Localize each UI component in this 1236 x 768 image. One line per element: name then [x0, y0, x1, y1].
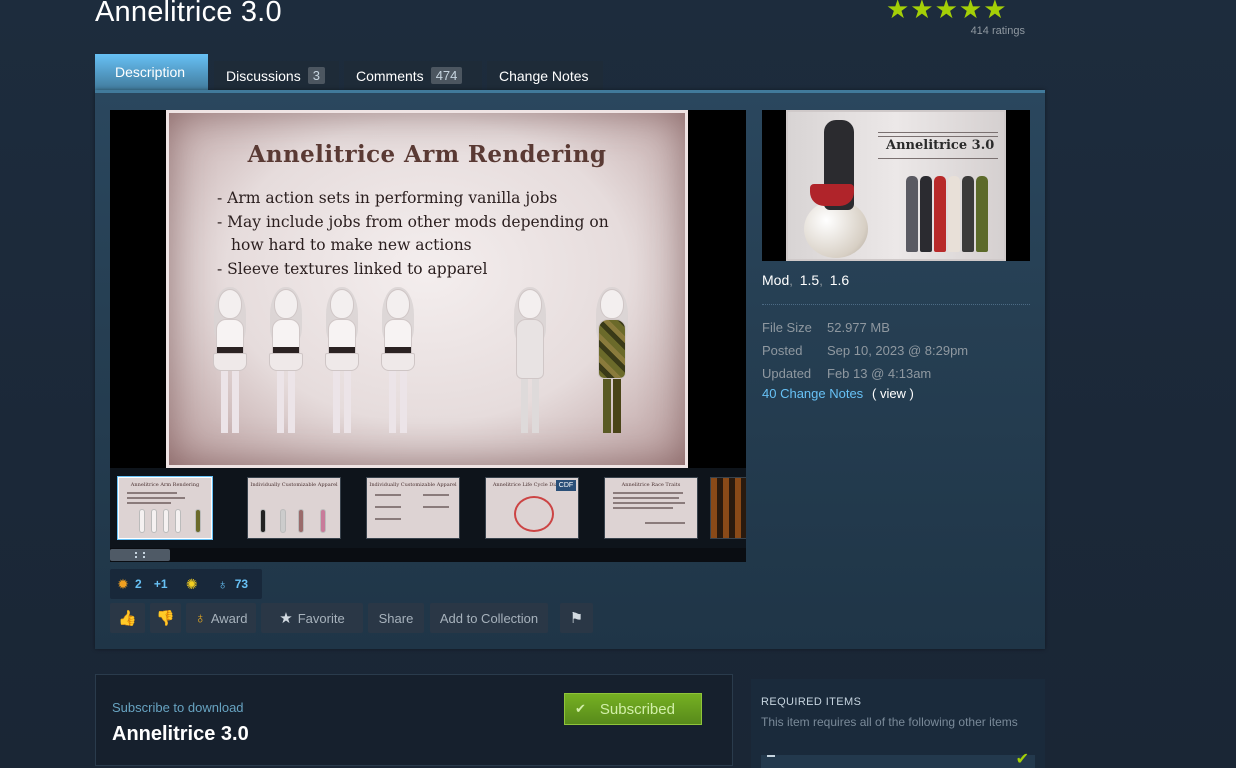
thumbnail-scrollbar[interactable] [110, 548, 746, 562]
slide-image: Annelitrice Arm Rendering - Arm action s… [166, 110, 688, 468]
tag-separator: , [819, 273, 823, 288]
character-figure [507, 287, 553, 434]
slide-bullets: - Arm action sets in performing vanilla … [217, 187, 609, 281]
character-figure [207, 287, 253, 434]
stat-label: File Size [762, 320, 812, 335]
thumbs-up-button[interactable]: 👍 [110, 603, 145, 633]
preview-image: Annelitrice 3.0 [762, 110, 1030, 261]
checkmark-icon: ✔ [1015, 751, 1029, 768]
thumbnail-badge: CDF [556, 480, 576, 491]
stat-label: Updated [762, 366, 812, 381]
award-button-label: Award [210, 610, 248, 626]
award-button[interactable]: ♁ Award [186, 603, 256, 633]
slide-bullet: - Sleeve textures linked to apparel [217, 259, 488, 278]
grip-icon [135, 552, 145, 558]
add-to-collection-button[interactable]: Add to Collection [430, 603, 548, 633]
thumbs-down-button[interactable]: 👎 [150, 603, 181, 633]
character-figure [319, 287, 365, 434]
tab-description[interactable]: Description [95, 54, 208, 90]
tag-link[interactable]: 1.5 [800, 272, 819, 288]
tab-label: Comments [356, 67, 424, 84]
favorite-button-label: Favorite [297, 610, 345, 626]
awards-bar[interactable]: ✹ 2 +1 ✺ ♁ 73 [110, 569, 263, 599]
thumbnail-title: Annelitrice Race Traits [621, 482, 681, 488]
star-icon: ★ [279, 610, 293, 627]
thumbnail[interactable]: Individually Customizable Apparel [247, 477, 341, 539]
thumbnail-title: Annelitrice Arm Rendering [130, 482, 200, 488]
favorite-button[interactable]: ★ Favorite [261, 603, 363, 633]
award-count: 2 [135, 577, 142, 591]
main-screenshot[interactable]: Annelitrice Arm Rendering - Arm action s… [110, 110, 746, 468]
file-size-value: 52.977 MB [827, 320, 890, 335]
award-icon: ♁ [194, 609, 206, 627]
updated-value: Feb 13 @ 4:13am [827, 366, 932, 381]
slide-bullet: - Arm action sets in performing vanilla … [217, 189, 558, 207]
change-notes-link[interactable]: 40 Change Notes [762, 386, 863, 401]
subscribed-button-label: Subscribed [599, 700, 675, 718]
award-item[interactable]: ♁ 73 [214, 575, 248, 593]
ratings-count: 414 ratings [970, 25, 1025, 37]
required-items-desc: This item requires all of the following … [761, 715, 1018, 729]
add-to-collection-label: Add to Collection [439, 610, 539, 626]
subscribed-button[interactable]: ✔ Subscribed [564, 693, 702, 725]
posted-value: Sep 10, 2023 @ 8:29pm [827, 343, 969, 358]
tag-link[interactable]: Mod [762, 272, 789, 288]
thumbnail[interactable]: Annelitrice Life Cycle Diagram CDF [485, 477, 579, 539]
character-figure [263, 287, 309, 434]
tag-separator: , [789, 273, 793, 288]
thumbs-down-icon: 👎 [156, 610, 175, 627]
scrollbar-handle[interactable] [110, 549, 170, 561]
item-tags: Mod, 1.5, 1.6 [762, 272, 849, 288]
required-item[interactable]: ✔ [761, 751, 1035, 768]
details-divider [762, 304, 1030, 305]
thumbnail[interactable]: Annelitrice Arm Rendering [117, 476, 213, 540]
plus-one-icon: +1 [153, 577, 168, 591]
share-button-label: Share [378, 610, 414, 626]
award-item[interactable]: ✺ [183, 575, 204, 593]
tag-link[interactable]: 1.6 [830, 272, 849, 288]
thumbnail[interactable]: Annelitrice Race Traits [604, 477, 698, 539]
thumbnail-strip: Annelitrice Arm Rendering Individually C… [110, 468, 746, 548]
rating-stars: ★★★★★ [886, 0, 1008, 24]
share-button[interactable]: Share [368, 603, 424, 633]
lightbulb-icon: ✺ [185, 575, 198, 592]
flag-icon: ⚑ [569, 610, 584, 627]
thumbnail[interactable] [710, 477, 746, 539]
tab-count-badge: 3 [307, 67, 325, 84]
tab-count-badge: 474 [430, 67, 463, 84]
tab-label: Discussions [226, 67, 301, 84]
stat-label: Posted [762, 343, 803, 358]
subscribe-label: Subscribe to download [112, 700, 244, 715]
award-medal-icon: ✹ [117, 575, 129, 592]
tab-change-notes[interactable]: Change Notes [487, 61, 603, 90]
preview-art: Annelitrice 3.0 [786, 110, 1006, 261]
subscribe-title: Annelitrice 3.0 [112, 723, 249, 745]
ribbon-icon: ♁ [217, 576, 228, 592]
tab-label: Description [115, 64, 186, 80]
tab-label: Change Notes [499, 67, 589, 84]
required-item-name [767, 755, 775, 763]
checkmark-icon: ✔ [575, 701, 586, 716]
item-title: Annelitrice 3.0 [95, 0, 282, 28]
award-item[interactable]: +1 [152, 575, 173, 593]
thumbnail[interactable]: Individually Customizable Apparel [366, 477, 460, 539]
thumbnail-title: Individually Customizable Apparel [250, 482, 338, 488]
slide-bullet: how hard to make new actions [231, 236, 472, 254]
item-stats: File Size 52.977 MB Posted Sep 10, 2023 @ … [762, 316, 968, 385]
slide-bullet: - May include jobs from other mods depen… [217, 212, 609, 231]
slide-title: Annelitrice Arm Rendering [247, 141, 607, 168]
tab-comments[interactable]: Comments 474 [344, 61, 482, 90]
thumbs-up-icon: 👍 [118, 610, 137, 627]
character-figure [589, 287, 635, 434]
award-item[interactable]: ✹ 2 [114, 575, 142, 593]
tab-discussions[interactable]: Discussions 3 [214, 61, 339, 90]
preview-title: Annelitrice 3.0 [886, 138, 995, 153]
change-notes-view-link[interactable]: ( view ) [872, 386, 914, 401]
report-button[interactable]: ⚑ [560, 603, 593, 633]
thumbnail-title: Individually Customizable Apparel [369, 482, 457, 488]
award-count: 73 [234, 577, 249, 591]
required-items-title: REQUIRED ITEMS [761, 696, 862, 708]
character-figure [375, 287, 421, 434]
